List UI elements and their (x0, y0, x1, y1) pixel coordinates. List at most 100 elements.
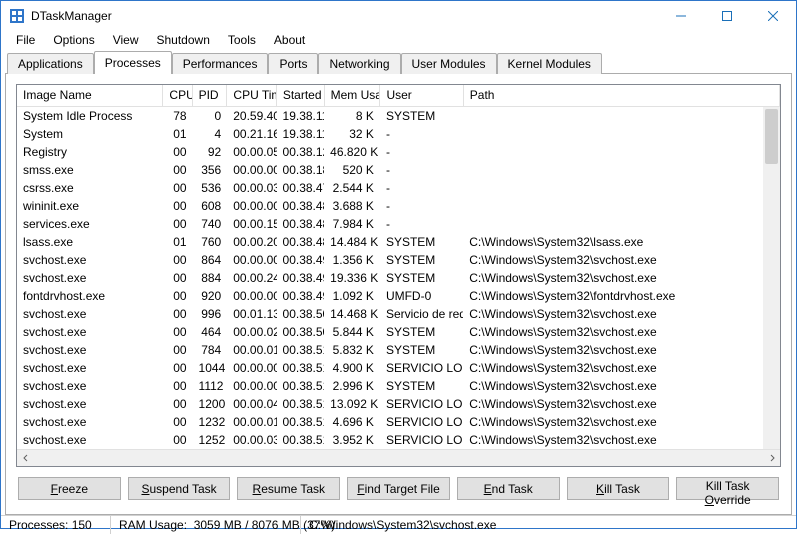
tab-applications[interactable]: Applications (7, 53, 94, 74)
cell-time: 00.00.24 (227, 270, 276, 286)
table-row[interactable]: lsass.exe0176000.00.2000.38.4814.484 KSY… (17, 233, 780, 251)
cell-path (463, 223, 780, 225)
listview-body[interactable]: System Idle Process78020.59.4019.38.118 … (17, 107, 780, 449)
cell-cpu: 00 (164, 288, 193, 304)
table-row[interactable]: wininit.exe0060800.00.0000.38.483.688 K- (17, 197, 780, 215)
table-row[interactable]: svchost.exe0086400.00.0000.38.491.356 KS… (17, 251, 780, 269)
table-row[interactable]: svchost.exe00111200.00.0000.38.512.996 K… (17, 377, 780, 395)
column-header[interactable]: Image Name (17, 85, 163, 106)
column-header[interactable]: PID (193, 85, 228, 106)
cell-time: 00.21.16 (227, 126, 276, 142)
tab-performances[interactable]: Performances (172, 53, 269, 74)
cell-start: 19.38.11 (277, 126, 325, 142)
menu-file[interactable]: File (7, 31, 44, 49)
column-header[interactable]: Started (277, 85, 325, 106)
window-title: DTaskManager (31, 9, 112, 23)
cell-cpu: 00 (164, 324, 193, 340)
menu-options[interactable]: Options (44, 31, 103, 49)
cell-start: 00.38.51 (277, 378, 325, 394)
cell-path: C:\Windows\System32\svchost.exe (463, 378, 780, 394)
vertical-scrollbar[interactable] (763, 107, 780, 449)
cell-start: 00.38.48 (277, 198, 325, 214)
column-header[interactable]: CPU Time (227, 85, 276, 106)
table-row[interactable]: Registry009200.00.0500.38.1246.820 K- (17, 143, 780, 161)
process-listview[interactable]: Image NameCPUPIDCPU TimeStartedMem Usage… (16, 84, 781, 467)
table-row[interactable]: services.exe0074000.00.1500.38.487.984 K… (17, 215, 780, 233)
menu-shutdown[interactable]: Shutdown (148, 31, 219, 49)
menu-about[interactable]: About (265, 31, 314, 49)
cell-pid: 1232 (193, 414, 228, 430)
column-header[interactable]: Path (464, 85, 780, 106)
cell-name: lsass.exe (17, 234, 164, 250)
cell-path: C:\Windows\System32\svchost.exe (463, 432, 780, 448)
table-row[interactable]: fontdrvhost.exe0092000.00.0000.38.491.09… (17, 287, 780, 305)
cell-cpu: 00 (164, 414, 193, 430)
tab-kernel-modules[interactable]: Kernel Modules (497, 53, 602, 74)
cell-mem: 8 K (324, 108, 380, 124)
maximize-button[interactable] (704, 1, 750, 31)
freeze-button[interactable]: Freeze (18, 477, 121, 500)
cell-name: svchost.exe (17, 324, 164, 340)
cell-name: svchost.exe (17, 342, 164, 358)
cell-pid: 884 (193, 270, 228, 286)
table-row[interactable]: svchost.exe00125200.00.0300.38.513.952 K… (17, 431, 780, 449)
cell-start: 00.38.51 (277, 432, 325, 448)
cell-pid: 1112 (193, 378, 228, 394)
menu-view[interactable]: View (104, 31, 148, 49)
cell-mem: 520 K (324, 162, 380, 178)
minimize-button[interactable] (658, 1, 704, 31)
cell-time: 20.59.40 (227, 108, 276, 124)
cell-cpu: 00 (164, 198, 193, 214)
close-button[interactable] (750, 1, 796, 31)
cell-time: 00.00.01 (227, 414, 276, 430)
menu-tools[interactable]: Tools (219, 31, 265, 49)
cell-cpu: 00 (164, 144, 193, 160)
tab-processes[interactable]: Processes (94, 51, 172, 74)
table-row[interactable]: System01400.21.1619.38.1132 K- (17, 125, 780, 143)
table-row[interactable]: smss.exe0035600.00.0000.38.18520 K- (17, 161, 780, 179)
tab-user-modules[interactable]: User Modules (401, 53, 497, 74)
table-row[interactable]: svchost.exe00123200.00.0100.38.514.696 K… (17, 413, 780, 431)
table-row[interactable]: csrss.exe0053600.00.0300.38.472.544 K- (17, 179, 780, 197)
titlebar[interactable]: DTaskManager (1, 1, 796, 31)
kill-task-button[interactable]: Kill Task (567, 477, 670, 500)
table-row[interactable]: svchost.exe0088400.00.2400.38.4919.336 K… (17, 269, 780, 287)
cell-user: SERVICIO LOCAL (380, 360, 463, 376)
table-row[interactable]: svchost.exe0099600.01.1300.38.5014.468 K… (17, 305, 780, 323)
suspend-task-button[interactable]: Suspend Task (128, 477, 231, 500)
cell-pid: 1200 (193, 396, 228, 412)
table-row[interactable]: svchost.exe00120000.00.0400.38.5113.092 … (17, 395, 780, 413)
table-row[interactable]: svchost.exe00104400.00.0000.38.514.900 K… (17, 359, 780, 377)
cell-path: C:\Windows\System32\svchost.exe (463, 252, 780, 268)
table-row[interactable]: svchost.exe0078400.00.0100.38.515.832 KS… (17, 341, 780, 359)
cell-user: Servicio de red (380, 306, 463, 322)
column-header[interactable]: User (380, 85, 463, 106)
cell-name: svchost.exe (17, 414, 164, 430)
cell-path: C:\Windows\System32\svchost.exe (463, 342, 780, 358)
cell-time: 00.00.00 (227, 198, 276, 214)
scrollbar-track[interactable] (34, 450, 763, 467)
cell-name: System Idle Process (17, 108, 164, 124)
cell-start: 00.38.50 (277, 324, 325, 340)
cell-name: fontdrvhost.exe (17, 288, 164, 304)
cell-cpu: 00 (164, 360, 193, 376)
kill-task-override-button[interactable]: Kill Task Override (676, 477, 779, 500)
table-row[interactable]: System Idle Process78020.59.4019.38.118 … (17, 107, 780, 125)
scrollbar-thumb[interactable] (765, 109, 778, 164)
tab-processes-page: Image NameCPUPIDCPU TimeStartedMem Usage… (5, 73, 792, 515)
cell-user: - (380, 126, 463, 142)
column-header[interactable]: CPU (163, 85, 192, 106)
cell-user: UMFD-0 (380, 288, 463, 304)
horizontal-scrollbar[interactable] (17, 449, 780, 466)
scroll-right-icon[interactable] (763, 450, 780, 467)
find-target-file-button[interactable]: Find Target File (347, 477, 450, 500)
scroll-left-icon[interactable] (17, 450, 34, 467)
table-row[interactable]: svchost.exe0046400.00.0200.38.505.844 KS… (17, 323, 780, 341)
end-task-button[interactable]: End Task (457, 477, 560, 500)
cell-name: svchost.exe (17, 432, 164, 448)
cell-pid: 996 (193, 306, 228, 322)
tab-ports[interactable]: Ports (268, 53, 318, 74)
resume-task-button[interactable]: Resume Task (237, 477, 340, 500)
tab-networking[interactable]: Networking (318, 53, 400, 74)
column-header[interactable]: Mem Usage (325, 85, 381, 106)
